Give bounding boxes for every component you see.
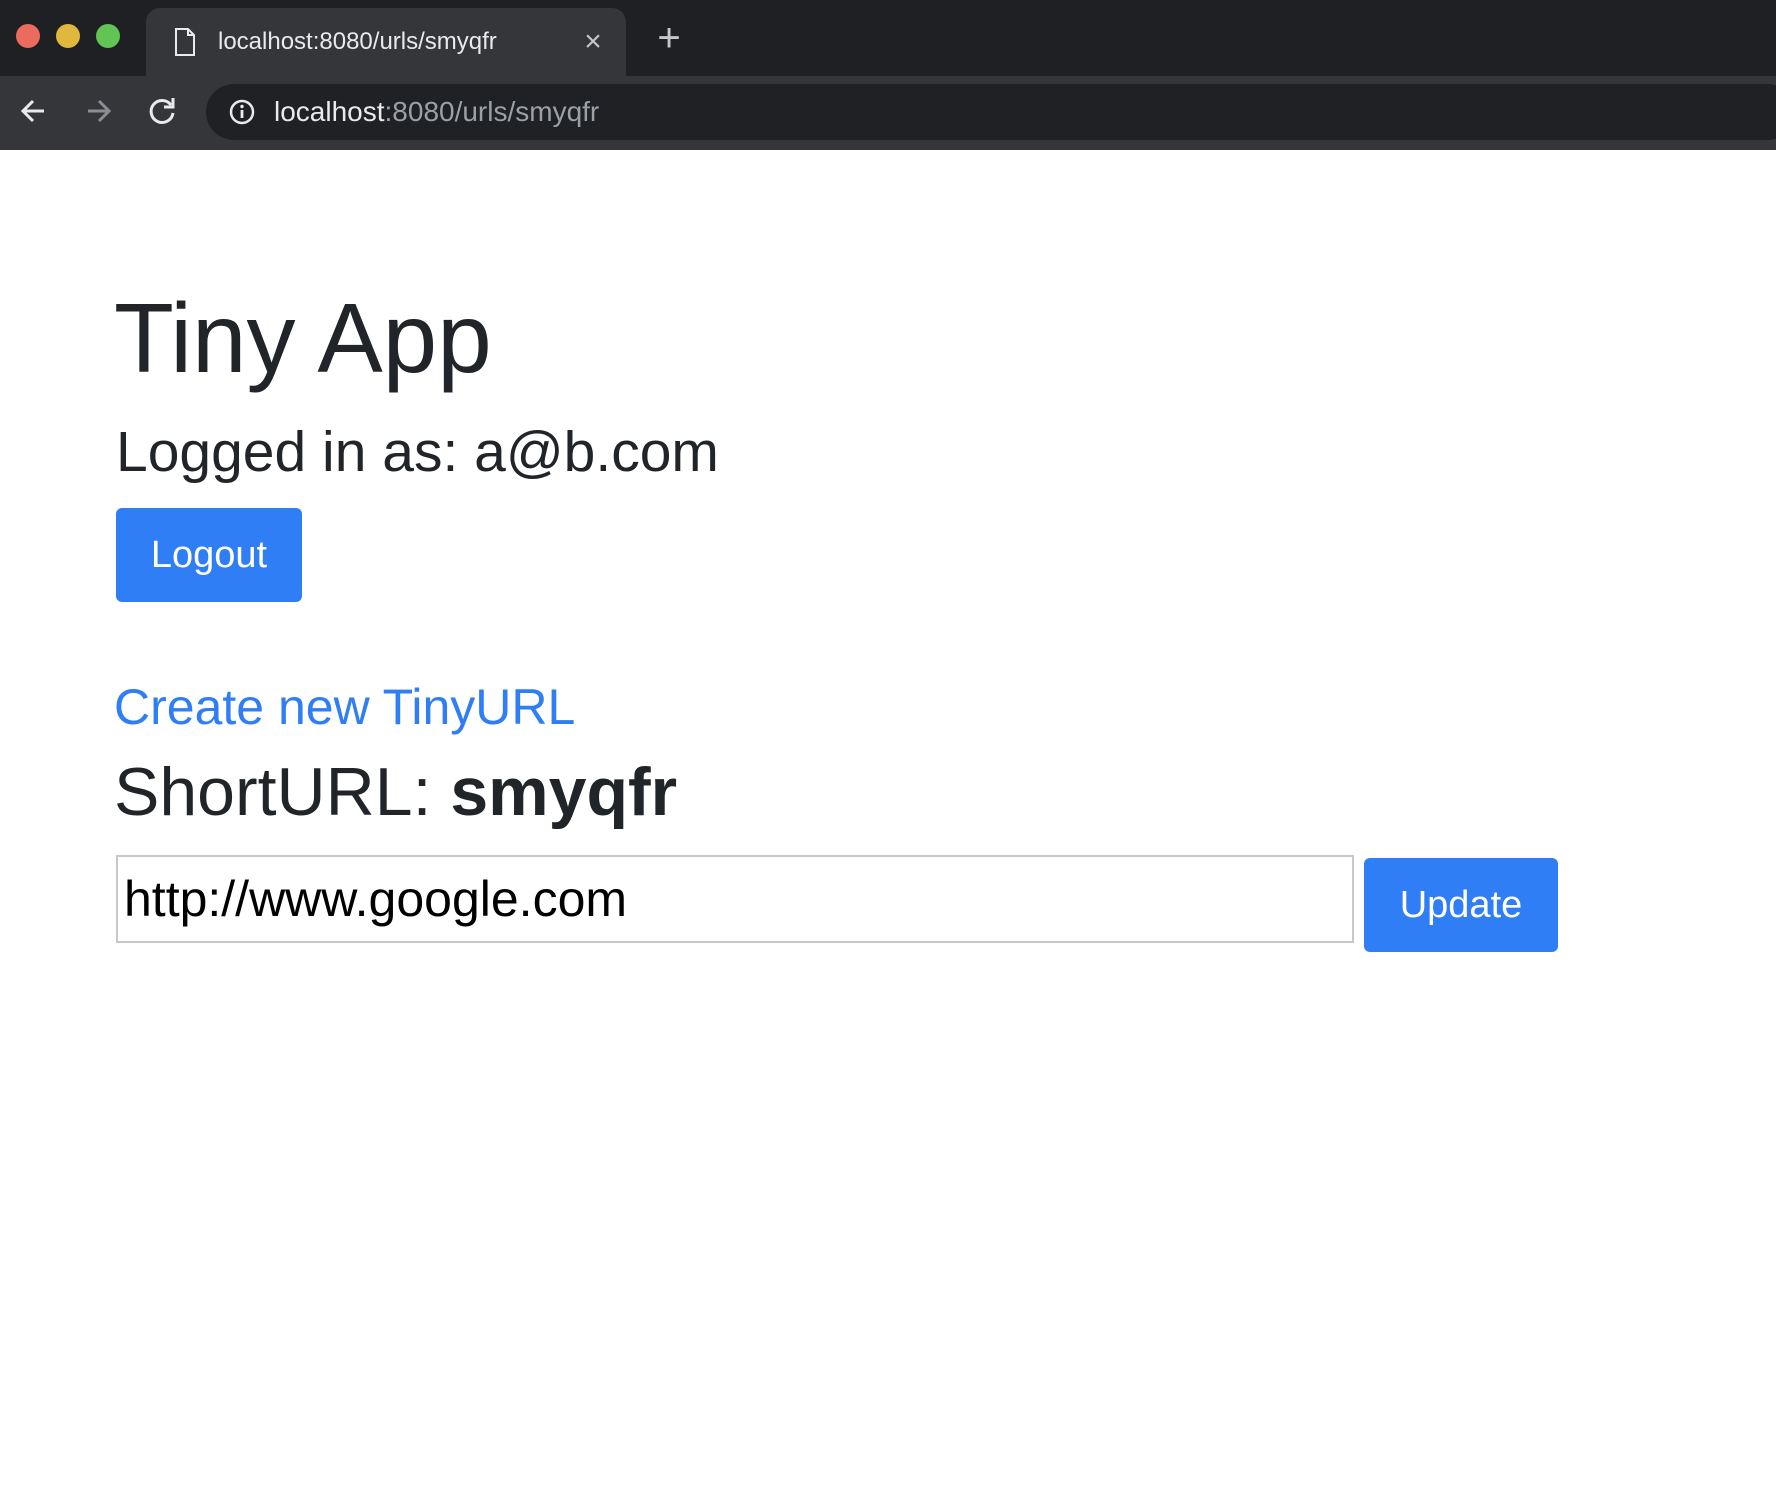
page-icon xyxy=(175,28,195,56)
shorturl-heading: ShortURL: smyqfr xyxy=(114,754,677,830)
page-title: Tiny App xyxy=(114,283,492,393)
update-button[interactable]: Update xyxy=(1364,858,1558,952)
window-minimize-button[interactable] xyxy=(56,24,80,48)
address-path: :8080/urls/smyqfr xyxy=(384,96,600,127)
new-tab-button[interactable]: + xyxy=(652,18,686,58)
tab-title: localhost:8080/urls/smyqfr xyxy=(218,28,497,55)
browser-chrome: localhost:8080/urls/smyqfr × + localhost… xyxy=(0,0,1776,150)
browser-toolbar: localhost:8080/urls/smyqfr xyxy=(0,76,1776,150)
logout-button[interactable]: Logout xyxy=(116,508,302,602)
window-close-button[interactable] xyxy=(16,24,40,48)
logged-in-status: Logged in as: a@b.com xyxy=(116,420,719,484)
reload-icon[interactable] xyxy=(144,93,180,129)
browser-tab[interactable]: localhost:8080/urls/smyqfr × xyxy=(146,8,626,76)
arrow-left-icon[interactable] xyxy=(16,93,52,129)
tab-close-icon[interactable]: × xyxy=(578,27,608,57)
long-url-input[interactable] xyxy=(116,855,1354,943)
arrow-right-icon[interactable] xyxy=(80,93,116,129)
info-icon[interactable] xyxy=(228,98,256,126)
address-host: localhost xyxy=(274,96,385,127)
window-maximize-button[interactable] xyxy=(96,24,120,48)
tab-strip: localhost:8080/urls/smyqfr × + xyxy=(0,0,1776,76)
page-content: Tiny App Logged in as: a@b.com Logout Cr… xyxy=(0,150,1776,1506)
address-bar[interactable]: localhost:8080/urls/smyqfr xyxy=(206,84,1776,140)
create-new-tinyurl-link[interactable]: Create new TinyURL xyxy=(114,678,575,736)
shorturl-code: smyqfr xyxy=(450,754,678,830)
address-text: localhost:8080/urls/smyqfr xyxy=(274,96,599,128)
shorturl-prefix: ShortURL: xyxy=(114,754,451,830)
